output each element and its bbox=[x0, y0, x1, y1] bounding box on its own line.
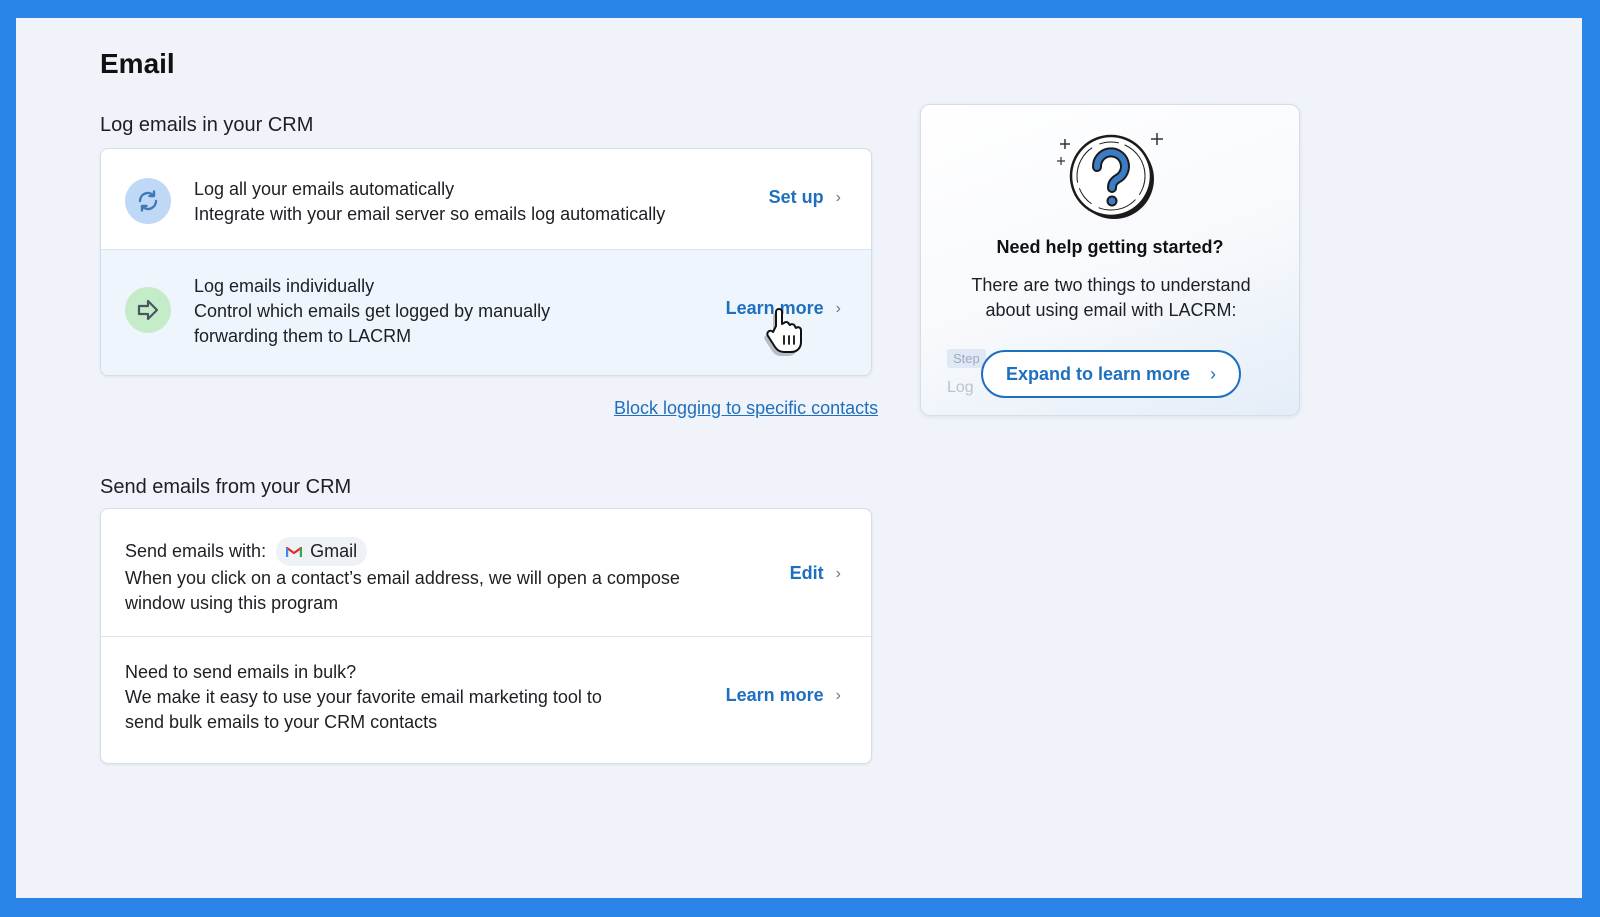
log-emails-card: Log all your emails automatically Integr… bbox=[100, 148, 872, 376]
row-description-line2: window using this program bbox=[125, 593, 339, 613]
row-description-line2: send bulk emails to your CRM contacts bbox=[125, 712, 438, 732]
log-automatically-text: Log all your emails automatically Integr… bbox=[194, 177, 665, 227]
set-up-button[interactable]: Set up › bbox=[769, 187, 841, 208]
chevron-right-icon: › bbox=[835, 299, 841, 317]
send-with-row[interactable]: Send emails with: Gmail When you click o… bbox=[101, 509, 871, 637]
row-title: Log all your emails automatically bbox=[194, 179, 455, 199]
send-emails-card: Send emails with: Gmail When you click o… bbox=[100, 508, 872, 764]
hand-cursor-icon bbox=[764, 308, 802, 356]
learn-more-label: Learn more bbox=[725, 685, 824, 705]
send-with-label: Send emails with: bbox=[125, 541, 267, 561]
gmail-icon bbox=[286, 546, 303, 557]
row-description-line1: We make it easy to use your favorite ema… bbox=[125, 687, 602, 707]
help-title: Need help getting started? bbox=[996, 237, 1224, 257]
expand-to-learn-more-button[interactable]: Expand to learn more › bbox=[981, 350, 1241, 398]
send-section-title: Send emails from your CRM bbox=[100, 476, 352, 498]
chevron-right-icon: › bbox=[835, 188, 841, 206]
send-with-text: Send emails with: Gmail When you click o… bbox=[125, 537, 680, 616]
row-description-line1: When you click on a contact’s email addr… bbox=[125, 568, 680, 588]
help-body-line2: about using email with LACRM: bbox=[985, 300, 1237, 320]
help-body-line1: There are two things to understand bbox=[971, 275, 1251, 295]
chevron-right-icon: › bbox=[835, 686, 841, 704]
sync-icon bbox=[125, 178, 171, 224]
bulk-email-text: Need to send emails in bulk? We make it … bbox=[125, 660, 602, 735]
log-section-title: Log emails in your CRM bbox=[100, 114, 314, 136]
row-description-line1: Control which emails get logged by manua… bbox=[194, 301, 551, 321]
gmail-label: Gmail bbox=[310, 541, 358, 561]
log-automatically-row[interactable]: Log all your emails automatically Integr… bbox=[101, 149, 871, 250]
email-settings-page: Email Log emails in your CRM Log all you… bbox=[16, 18, 1582, 898]
help-card: Need help getting started? There are two… bbox=[920, 104, 1300, 416]
expand-label: Expand to learn more bbox=[1005, 363, 1191, 384]
log-individually-text: Log emails individually Control which em… bbox=[194, 274, 550, 349]
row-title: Need to send emails in bulk? bbox=[125, 662, 357, 682]
arrow-right-icon bbox=[125, 287, 171, 333]
question-mark-icon bbox=[1057, 133, 1163, 219]
row-title: Log emails individually bbox=[194, 276, 375, 296]
faded-step-label: Step bbox=[947, 349, 986, 368]
edit-button[interactable]: Edit › bbox=[790, 563, 841, 584]
page-title: Email bbox=[100, 48, 175, 79]
gmail-chip: Gmail bbox=[276, 537, 368, 566]
help-body: There are two things to understand about… bbox=[951, 273, 1271, 323]
row-description: Integrate with your email server so emai… bbox=[194, 204, 666, 224]
bulk-email-row[interactable]: Need to send emails in bulk? We make it … bbox=[101, 637, 871, 763]
learn-more-bulk-button[interactable]: Learn more › bbox=[726, 685, 841, 706]
block-logging-link[interactable]: Block logging to specific contacts bbox=[614, 398, 878, 419]
log-individually-row[interactable]: Log emails individually Control which em… bbox=[101, 250, 871, 375]
chevron-right-icon: › bbox=[1210, 363, 1217, 384]
chevron-right-icon: › bbox=[835, 564, 841, 582]
set-up-label: Set up bbox=[768, 187, 824, 207]
faded-log-label: Log bbox=[947, 379, 974, 396]
edit-label: Edit bbox=[789, 563, 824, 583]
row-description-line2: forwarding them to LACRM bbox=[194, 326, 412, 346]
